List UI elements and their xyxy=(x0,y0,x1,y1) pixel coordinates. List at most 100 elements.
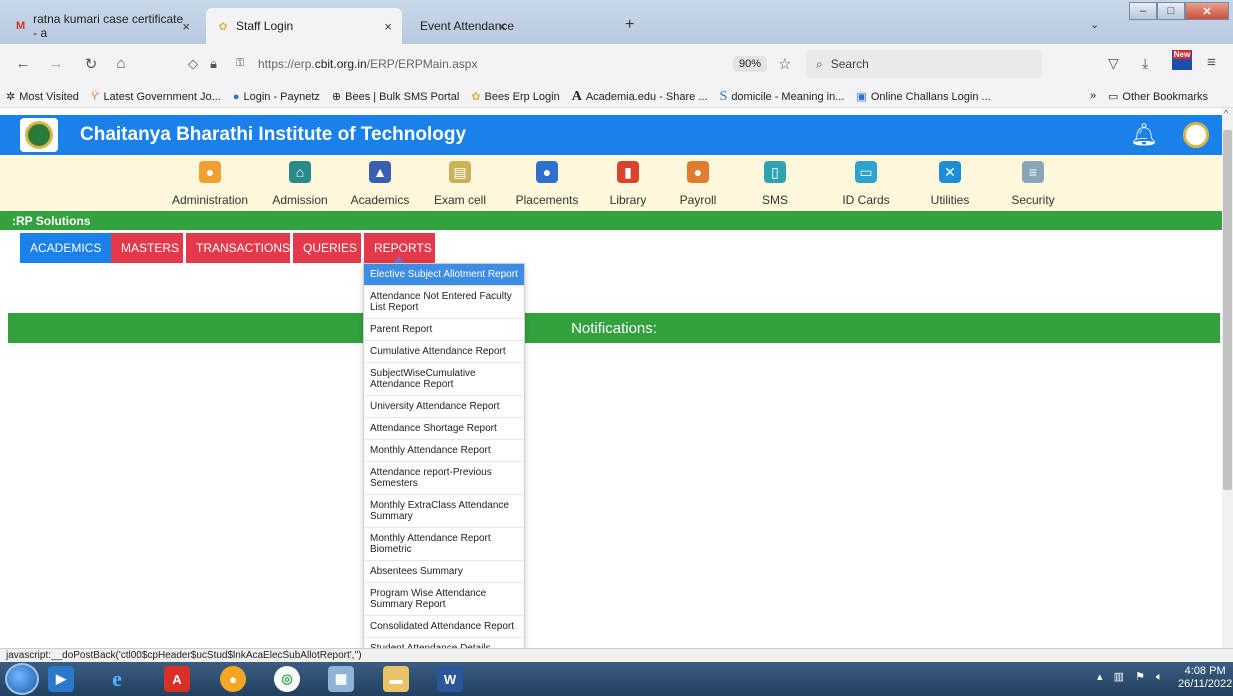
tab-list-icon[interactable]: ⌄ xyxy=(1090,18,1099,31)
home-icon[interactable]: ⌂ xyxy=(110,55,132,72)
other-bookmarks[interactable]: ▭ Other Bookmarks xyxy=(1108,90,1208,104)
firefox-icon[interactable]: ● xyxy=(220,666,246,692)
dropdown-item[interactable]: Monthly Attendance Report Biometric xyxy=(364,528,524,561)
menu-masters[interactable]: MASTERS xyxy=(111,233,183,263)
browser-tab[interactable]: M ratna kumari case certificate - a × xyxy=(4,8,200,44)
internet-explorer-icon[interactable]: e xyxy=(104,666,130,692)
module-admission[interactable]: ⌂ Admission xyxy=(265,155,335,211)
minimize-icon[interactable]: – xyxy=(1129,2,1157,20)
close-tab-icon[interactable]: × xyxy=(182,19,190,34)
dropdown-item[interactable]: Program Wise Attendance Summary Report xyxy=(364,583,524,616)
module-label: Security xyxy=(1011,193,1055,207)
dropdown-item[interactable]: Parent Report xyxy=(364,319,524,341)
bookmark-item[interactable]: ✲ Most Visited xyxy=(6,90,79,104)
menu-transactions[interactable]: TRANSACTIONS xyxy=(186,233,290,263)
media-player-icon[interactable]: ▶ xyxy=(48,666,74,692)
close-tab-icon[interactable]: × xyxy=(384,19,392,34)
administration-icon: ● xyxy=(199,161,221,183)
institute-logo[interactable] xyxy=(20,118,58,152)
download-icon[interactable]: ⤓ xyxy=(1142,55,1148,72)
academia-icon: A xyxy=(571,88,582,104)
calculator-icon[interactable]: ▦ xyxy=(328,666,354,692)
clipboard-icon: ▤ xyxy=(449,161,471,183)
dropdown-item[interactable]: Consolidated Attendance Report xyxy=(364,616,524,638)
flag-icon[interactable]: ⚑ xyxy=(1135,671,1145,683)
close-window-icon[interactable]: ✕ xyxy=(1185,2,1229,20)
lock-icon[interactable]: 🔒︎ xyxy=(210,56,217,72)
dropdown-item[interactable]: Attendance Shortage Report xyxy=(364,418,524,440)
module-exam-cell[interactable]: ▤ Exam cell xyxy=(425,155,495,211)
shield-icon[interactable]: ◇ xyxy=(188,56,198,72)
overflow-chevron-icon[interactable]: » xyxy=(1090,90,1096,102)
module-sms[interactable]: ▯ SMS xyxy=(745,155,805,211)
chrome-icon[interactable]: ◎ xyxy=(274,666,300,692)
dropdown-item[interactable]: Monthly Attendance Report xyxy=(364,440,524,462)
module-label: Exam cell xyxy=(433,193,486,207)
dropdown-item[interactable]: Monthly ExtraClass Attendance Summary xyxy=(364,495,524,528)
status-bar: javascript:__doPostBack('ctl00$cpHeader$… xyxy=(0,648,1233,662)
scroll-up-icon[interactable]: ^ xyxy=(1224,108,1228,118)
bookmark-item[interactable]: ✿ Bees Erp Login xyxy=(471,90,559,104)
clock-time: 4:08 PM xyxy=(1184,665,1226,677)
tray-chevron-icon[interactable]: ▴ xyxy=(1097,671,1103,683)
dropdown-item[interactable]: University Attendance Report xyxy=(364,396,524,418)
extension-icon[interactable]: New xyxy=(1172,50,1192,70)
notifications-title: Notifications: xyxy=(571,319,657,337)
pdf-reader-icon[interactable]: A xyxy=(164,666,190,692)
menu-icon[interactable]: ≡ xyxy=(1207,54,1216,71)
bookmark-item[interactable]: A Academia.edu - Share ... xyxy=(572,89,708,105)
pocket-icon[interactable]: ▽ xyxy=(1108,55,1119,72)
avatar[interactable] xyxy=(1183,122,1209,148)
dropdown-item[interactable]: Attendance report-Previous Semesters xyxy=(364,462,524,495)
bookmark-item[interactable]: ϔ Latest Government Jo... xyxy=(91,91,221,103)
module-security[interactable]: ≡ Security xyxy=(998,155,1068,211)
module-payroll[interactable]: ● Payroll xyxy=(668,155,728,211)
zoom-level[interactable]: 90% xyxy=(733,56,768,72)
module-placements[interactable]: ● Placements xyxy=(507,155,587,211)
back-icon[interactable]: ← xyxy=(12,55,34,72)
search-placeholder: Search xyxy=(830,57,869,71)
phone-icon: ▯ xyxy=(764,161,786,183)
dropdown-item[interactable]: Elective Subject Allotment Report xyxy=(364,264,524,286)
url-prefix: https://erp. xyxy=(258,57,315,71)
file-explorer-icon[interactable]: ▬ xyxy=(383,666,409,692)
volume-icon[interactable]: 🔈︎ xyxy=(1156,671,1163,683)
dropdown-item[interactable]: Absentees Summary xyxy=(364,561,524,583)
start-button[interactable] xyxy=(5,663,39,695)
browser-tab-active[interactable]: ✿ Staff Login × xyxy=(206,8,402,44)
bookmark-label: Bees | Bulk SMS Portal xyxy=(345,90,460,103)
bookmark-item[interactable]: ● Login - Paynetz xyxy=(233,91,320,103)
module-academics[interactable]: ▲ Academics xyxy=(345,155,415,211)
bookmark-item[interactable]: Sdomicile - Meaning in... xyxy=(720,89,845,105)
bookmark-item[interactable]: ▣ Online Challans Login ... xyxy=(856,90,990,104)
bell-icon[interactable]: 🔔︎ xyxy=(1130,122,1158,148)
dropdown-item[interactable]: Cumulative Attendance Report xyxy=(364,341,524,363)
window-controls: – □ ✕ xyxy=(1129,2,1229,20)
network-icon[interactable]: ▥ xyxy=(1114,671,1124,683)
search-input[interactable]: ⌕ Search xyxy=(806,50,1042,78)
module-id-cards[interactable]: ▭ ID Cards xyxy=(826,155,906,211)
book-icon: ▮ xyxy=(617,161,639,183)
dropdown-item[interactable]: SubjectWiseCumulative Attendance Report xyxy=(364,363,524,396)
scrollbar-thumb[interactable] xyxy=(1223,130,1232,490)
dropdown-item[interactable]: Attendance Not Entered Faculty List Repo… xyxy=(364,286,524,319)
people-icon: ● xyxy=(687,161,709,183)
module-administration[interactable]: ● Administration xyxy=(165,155,255,211)
reload-icon[interactable]: ↻ xyxy=(80,55,102,73)
bookmark-item[interactable]: ⊕ Bees | Bulk SMS Portal xyxy=(332,90,460,104)
clock[interactable]: 4:08 PM 26/11/2022 xyxy=(1178,665,1232,691)
word-icon[interactable]: W xyxy=(437,666,463,692)
menu-queries[interactable]: QUERIES xyxy=(293,233,361,263)
permissions-icon[interactable]: ⚿ xyxy=(236,57,244,70)
new-tab-icon[interactable]: + xyxy=(625,16,634,34)
module-utilities[interactable]: ✕ Utilities xyxy=(915,155,985,211)
forward-icon[interactable]: → xyxy=(45,55,67,72)
star-bookmark-icon[interactable]: ☆ xyxy=(778,55,791,73)
browser-tab[interactable]: Event Attendance × xyxy=(410,8,606,44)
module-library[interactable]: ▮ Library xyxy=(598,155,658,211)
other-bookmarks-label: Other Bookmarks xyxy=(1122,90,1208,103)
url-path: /ERP/ERPMain.aspx xyxy=(366,57,478,71)
maximize-icon[interactable]: □ xyxy=(1157,2,1185,20)
menu-academics[interactable]: ACADEMICS xyxy=(20,233,111,263)
close-tab-icon[interactable]: × xyxy=(498,19,506,34)
